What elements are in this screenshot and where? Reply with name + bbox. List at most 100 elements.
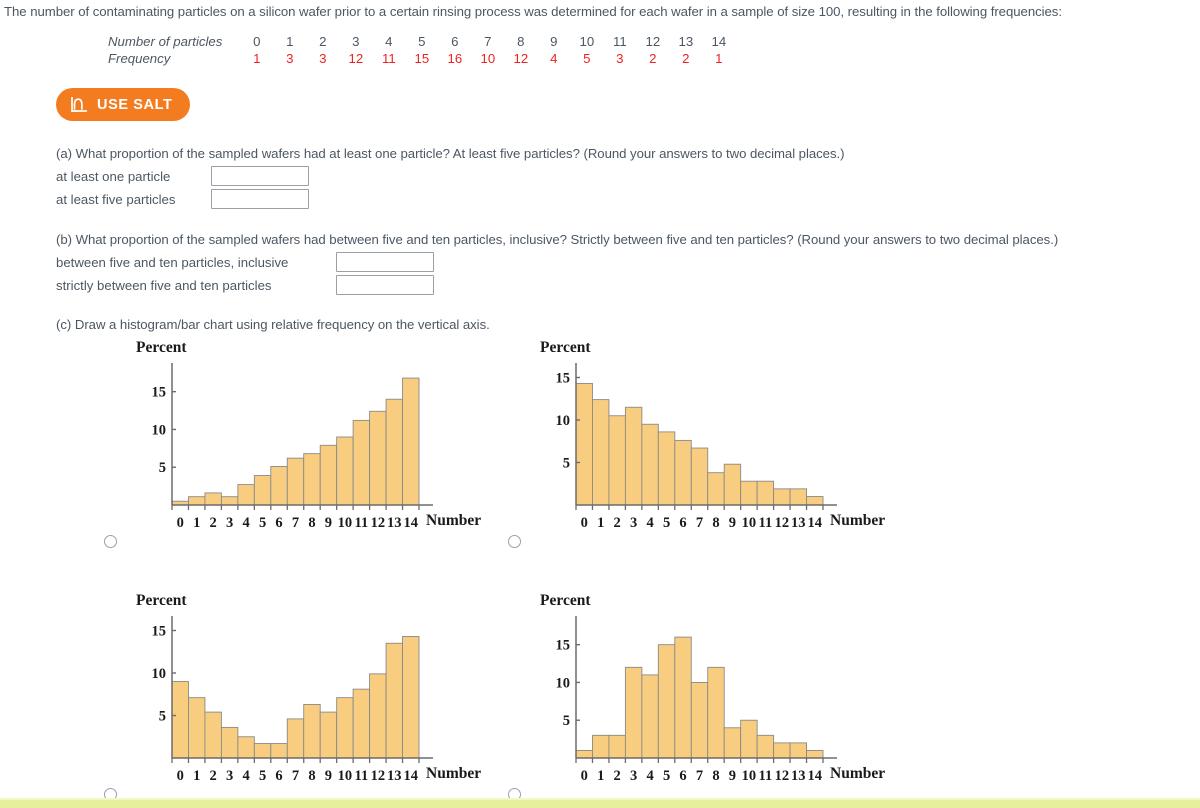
histogram-bar xyxy=(707,472,725,506)
histogram-bar xyxy=(303,703,321,759)
histogram-bar xyxy=(369,410,387,506)
histogram-bar xyxy=(352,688,371,759)
x-axis-tick-label: 7 xyxy=(696,515,703,531)
particle-count-cell: 5 xyxy=(418,34,426,49)
x-axis-tick-label: 2 xyxy=(210,768,217,784)
frequency-cell: 2 xyxy=(649,51,657,66)
x-axis-tick-label: 7 xyxy=(696,768,703,784)
histogram-bar xyxy=(723,727,742,759)
histogram-bar xyxy=(204,711,222,759)
x-axis-tick-label: 6 xyxy=(275,515,282,531)
label-at-least-one-particle: at least one particle xyxy=(56,168,171,184)
x-axis-tick-label: 1 xyxy=(597,515,604,531)
histogram-bar xyxy=(789,488,807,506)
histogram-bar xyxy=(773,742,791,759)
histogram-bar xyxy=(707,666,725,759)
x-axis-tick-label: 0 xyxy=(581,515,588,531)
x-axis-tick-label: 10 xyxy=(742,515,757,531)
histogram-plot: 510150 1 2 3 4 5 6 7 8 9 10 11 12 13 14 xyxy=(556,363,837,531)
frequency-cell: 4 xyxy=(550,51,558,66)
histogram-bar xyxy=(756,734,775,759)
distribution-curve-icon xyxy=(70,96,88,113)
histogram-bar xyxy=(592,734,610,759)
histogram-plot: 510150 1 2 3 4 5 6 7 8 9 10 11 12 13 14 xyxy=(556,616,837,784)
histogram-option-d[interactable]: Percent Number 5 10 15 0 1 2 3 4 5 6 7 8 9 10 11 12 13 14 xyxy=(500,590,960,805)
salt-button-label: USE SALT xyxy=(97,96,173,113)
particle-count-cell: 10 xyxy=(579,34,595,49)
y-axis-tick-label: 5 xyxy=(159,460,166,476)
histogram-bar xyxy=(402,377,420,506)
histogram-bar xyxy=(385,642,403,759)
frequency-cell: 3 xyxy=(616,51,624,66)
x-axis-tick-label: 6 xyxy=(679,768,686,784)
x-axis-tick-label: 12 xyxy=(371,515,386,531)
answer-row-at-least-one: at least one particle xyxy=(56,166,309,186)
y-axis-tick-label: 10 xyxy=(152,666,167,682)
histogram-option-a[interactable]: Percent Number 5 10 15 0 1 2 3 4 5 6 7 8 9 10 11 12 13 14 xyxy=(96,337,556,552)
frequency-cell: 3 xyxy=(286,51,294,66)
x-axis-tick-label: 14 xyxy=(404,768,419,784)
x-axis-tick-label: 13 xyxy=(791,768,806,784)
x-axis-tick-label: 7 xyxy=(292,768,299,784)
histogram-bar xyxy=(188,496,206,506)
histogram-bar xyxy=(220,496,239,506)
input-at-least-five-particles[interactable] xyxy=(211,189,309,209)
x-axis-tick-label: 14 xyxy=(808,515,823,531)
frequency-cell: 1 xyxy=(253,51,261,66)
histogram-bar xyxy=(352,419,371,506)
particle-count-cell: 12 xyxy=(645,34,661,49)
x-axis-tick-label: 14 xyxy=(404,515,419,531)
x-axis-tick-label: 4 xyxy=(646,515,653,531)
particle-count-cell: 1 xyxy=(286,34,294,49)
x-axis-tick-label: 2 xyxy=(210,515,217,531)
histogram-bar xyxy=(756,480,775,506)
histogram-bar xyxy=(723,463,742,506)
x-axis-tick-label: 5 xyxy=(259,768,266,784)
histogram-bar xyxy=(690,447,709,506)
input-at-least-one-particle[interactable] xyxy=(211,166,309,186)
histogram-bar xyxy=(608,415,626,506)
x-axis-tick-label: 4 xyxy=(242,515,249,531)
use-salt-button[interactable]: USE SALT xyxy=(56,88,191,121)
particle-count-cell: 3 xyxy=(352,34,360,49)
x-axis-tick-label: 10 xyxy=(338,768,353,784)
x-axis-tick-label: 14 xyxy=(808,768,823,784)
histogram-bar xyxy=(690,681,709,759)
chart-option-a: Percent Number 5 10 15 0 1 2 3 4 5 6 7 8 9 10 11 12 13 14 xyxy=(114,337,514,552)
histogram-bar xyxy=(592,399,610,506)
histogram-bar xyxy=(657,644,676,759)
histogram-bar xyxy=(806,496,824,506)
frequency-cell: 10 xyxy=(480,51,496,66)
x-axis-tick-label: 0 xyxy=(177,768,184,784)
histogram-option-c[interactable]: Percent Number 5 10 15 0 1 2 3 4 5 6 7 8 9 10 11 12 13 14 xyxy=(96,590,556,805)
row-label-particles: Number of particles xyxy=(108,34,223,49)
frequency-cell: 15 xyxy=(414,51,430,66)
histogram-bar xyxy=(253,743,272,759)
particle-count-cell: 9 xyxy=(550,34,558,49)
x-axis-tick-label: 7 xyxy=(292,515,299,531)
x-axis-tick-label: 1 xyxy=(193,515,200,531)
x-axis-tick-label: 0 xyxy=(581,768,588,784)
x-axis-tick-label: 8 xyxy=(712,768,719,784)
histogram-bar xyxy=(575,383,593,506)
question-a-prompt: (a) What proportion of the sampled wafer… xyxy=(56,146,845,161)
x-axis-tick-label: 9 xyxy=(325,768,332,784)
histogram-bar xyxy=(319,711,338,759)
input-strictly-between-five-and-ten[interactable] xyxy=(336,275,434,295)
x-axis-tick-label: 12 xyxy=(775,515,790,531)
x-axis-tick-label: 1 xyxy=(193,768,200,784)
histogram-bar xyxy=(171,681,189,759)
y-axis-tick-label: 5 xyxy=(159,709,166,725)
particle-count-cell: 2 xyxy=(319,34,327,49)
input-between-five-and-ten-inclusive[interactable] xyxy=(336,252,434,272)
x-axis-tick-label: 4 xyxy=(646,768,653,784)
x-axis-tick-label: 9 xyxy=(729,515,736,531)
histogram-bar xyxy=(270,466,288,506)
histogram-bar xyxy=(575,749,593,759)
frequency-cell: 2 xyxy=(682,51,690,66)
x-axis-tick-label: 4 xyxy=(242,768,249,784)
histogram-option-b[interactable]: Percent Number 5 10 15 0 1 2 3 4 5 6 7 8 9 10 11 12 13 14 xyxy=(500,337,960,552)
x-axis-tick-label: 13 xyxy=(387,768,402,784)
x-axis-tick-label: 9 xyxy=(729,768,736,784)
x-axis-tick-label: 12 xyxy=(371,768,386,784)
